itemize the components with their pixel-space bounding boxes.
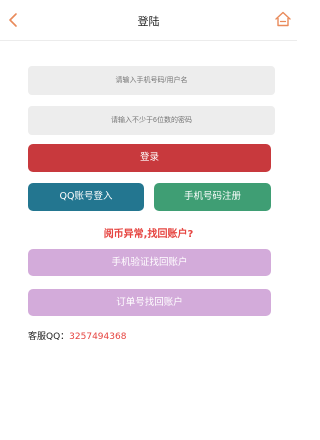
password-input[interactable] xyxy=(28,106,275,135)
page-title: 登陆 xyxy=(137,15,160,28)
home-icon[interactable] xyxy=(274,10,292,28)
customer-service: 客服QQ：3257494368 xyxy=(28,329,126,342)
qq-login-button[interactable]: QQ账号登入 xyxy=(28,183,144,211)
phone-register-button[interactable]: 手机号码注册 xyxy=(154,183,271,211)
customer-service-label: 客服QQ： xyxy=(28,332,70,342)
order-recover-button[interactable]: 订单号找回账户 xyxy=(28,289,271,316)
login-button[interactable]: 登录 xyxy=(28,144,271,172)
customer-service-qq[interactable]: 3257494368 xyxy=(69,332,126,342)
account-recovery-notice: 阅币异常,找回账户? xyxy=(103,229,194,240)
header-bar: 登陆 xyxy=(0,0,297,41)
username-input[interactable] xyxy=(28,66,275,95)
phone-recover-button[interactable]: 手机验证找回账户 xyxy=(28,249,271,276)
